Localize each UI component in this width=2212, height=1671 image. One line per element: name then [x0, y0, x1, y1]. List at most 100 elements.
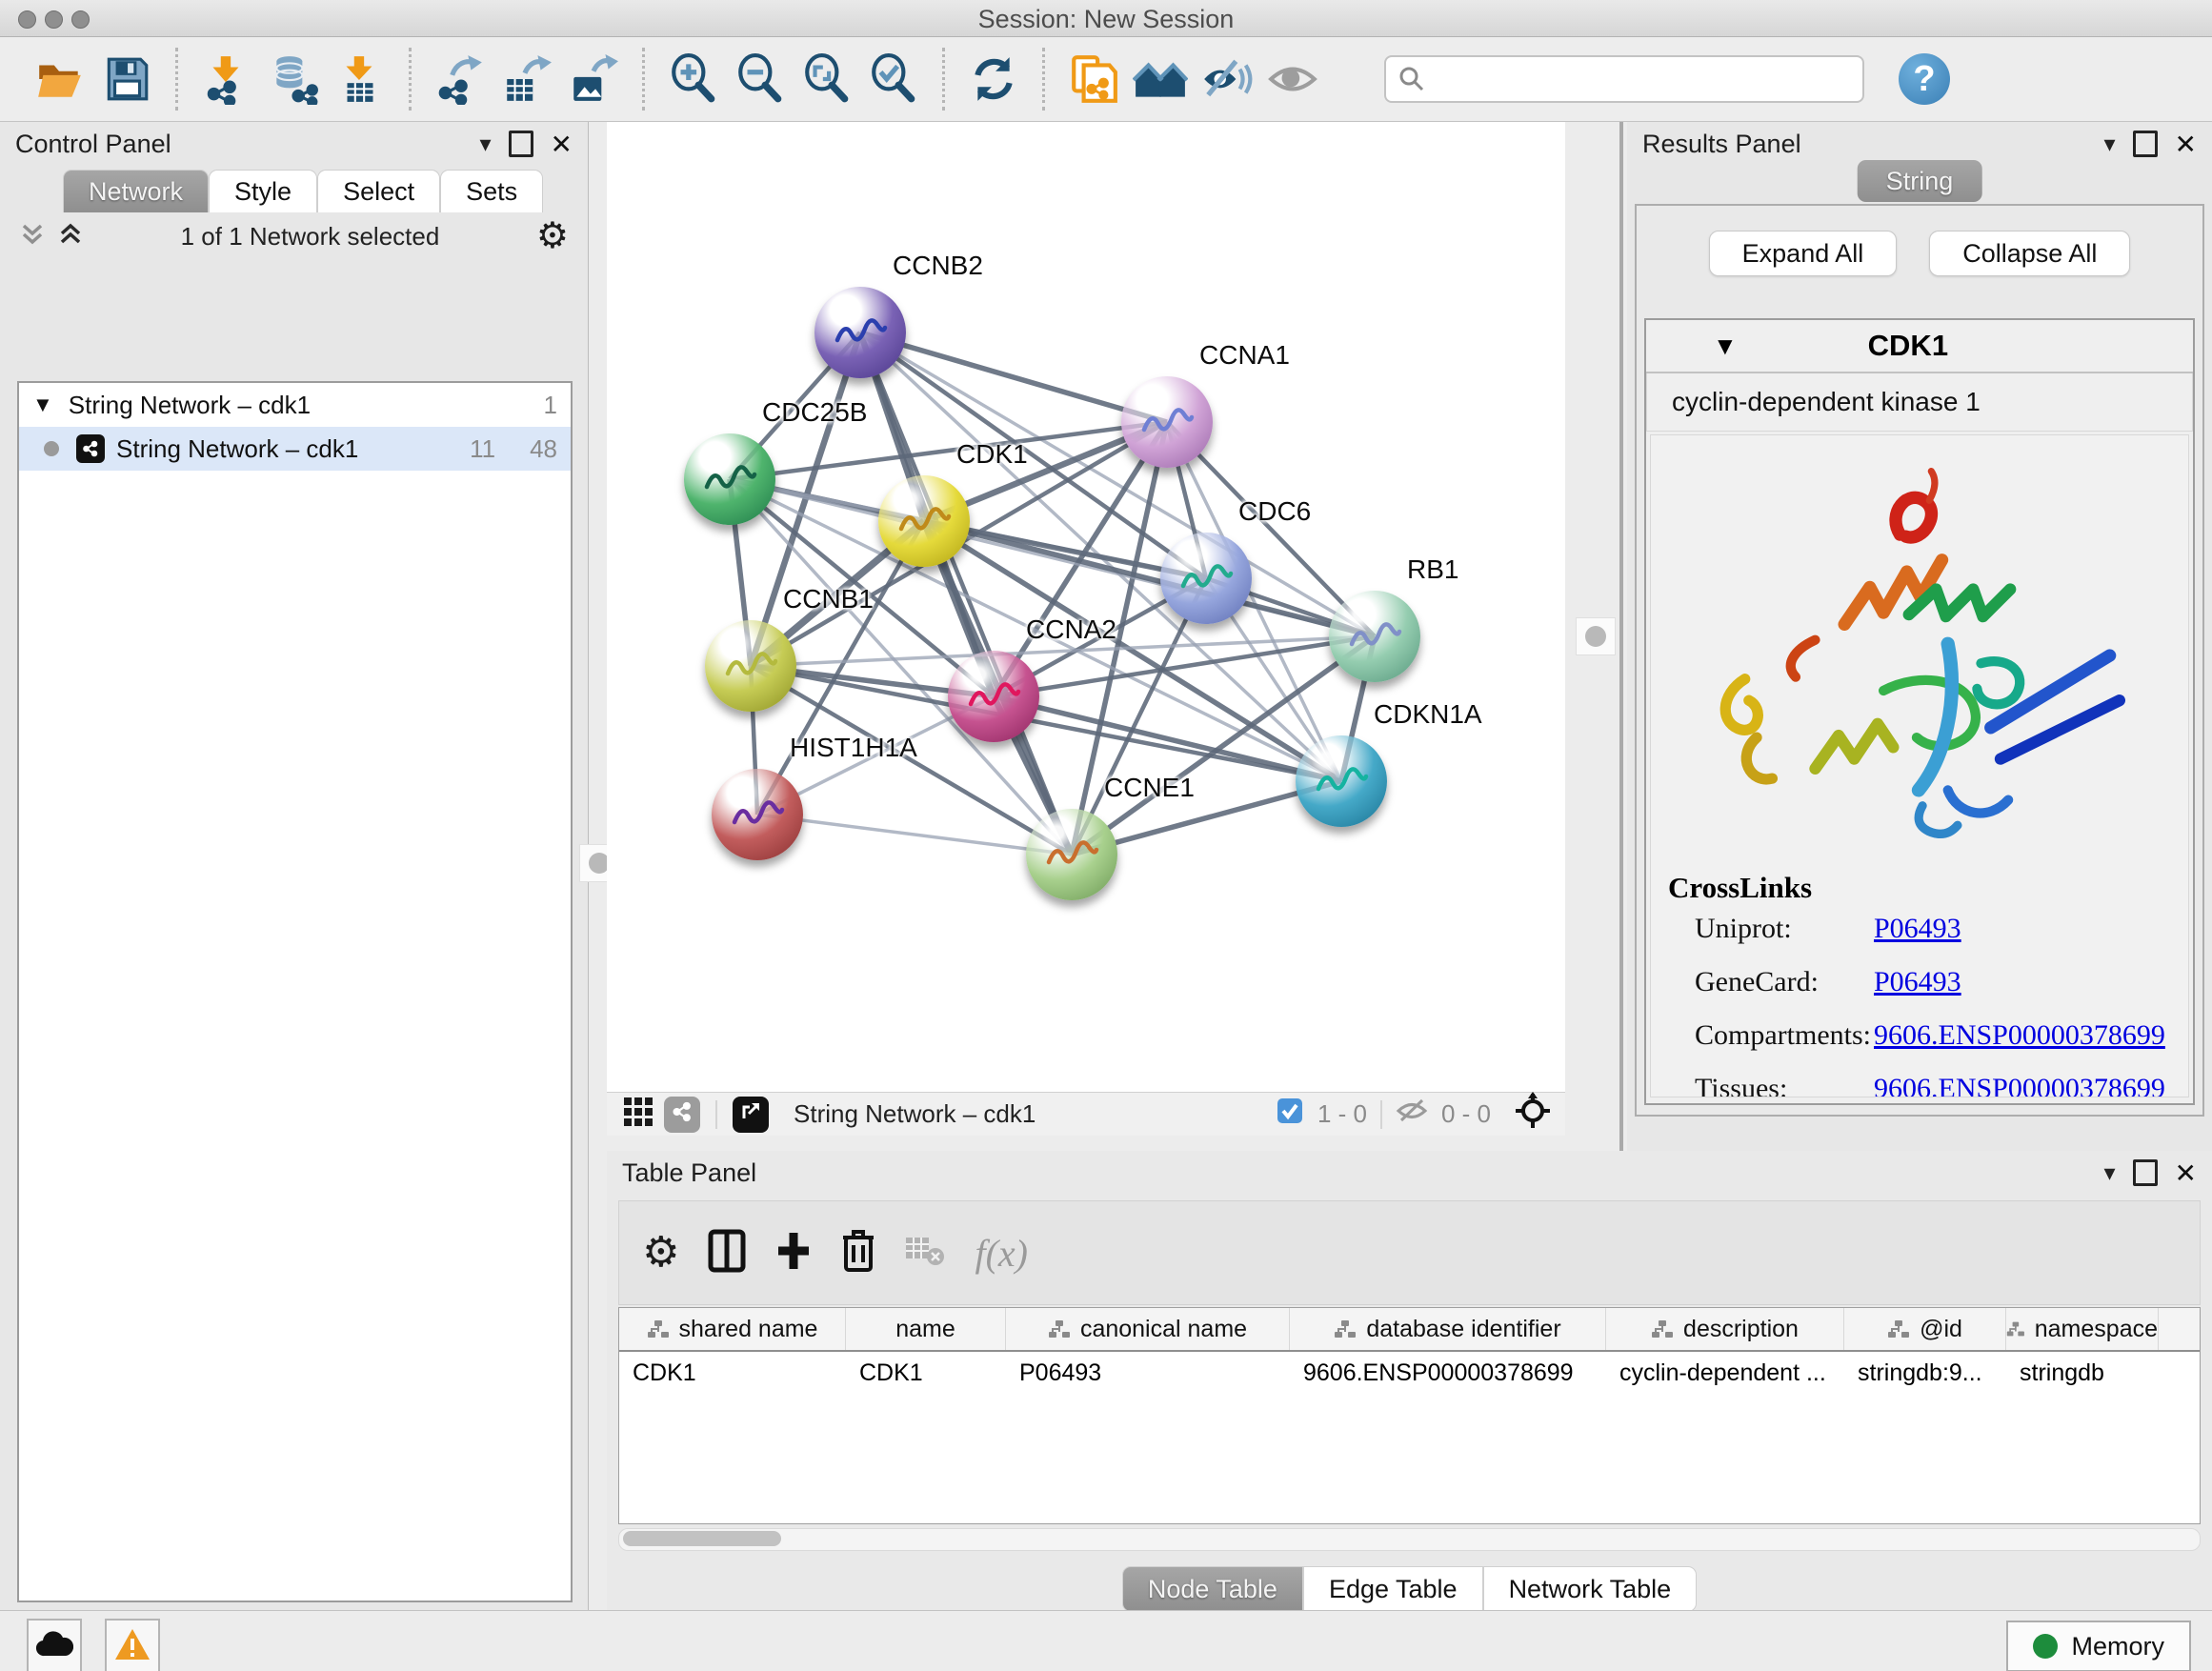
import-network-database-button[interactable]	[267, 52, 320, 106]
close-panel-icon[interactable]: ✕	[551, 129, 573, 160]
crosslink-label: GeneCard:	[1695, 966, 1874, 998]
network-node-cdk1[interactable]	[878, 475, 970, 567]
section-collapse-icon[interactable]: ▼	[1713, 332, 1738, 361]
close-panel-icon[interactable]: ✕	[2175, 1158, 2197, 1189]
node-label-ccna1: CCNA1	[1199, 340, 1290, 371]
zoom-selected-button[interactable]	[867, 52, 920, 106]
collection-collapse-icon[interactable]: ▼	[32, 393, 53, 417]
copy-network-button[interactable]	[1067, 52, 1120, 106]
panel-menu-icon[interactable]: ▾	[2103, 1159, 2115, 1187]
export-network-button[interactable]	[433, 52, 487, 106]
tab-string[interactable]: String	[1858, 160, 1982, 202]
panel-menu-icon[interactable]: ▾	[2103, 131, 2115, 158]
right-divider-handle[interactable]	[1576, 617, 1616, 655]
save-session-button[interactable]	[100, 52, 153, 106]
network-node-ccnb2[interactable]	[814, 287, 906, 378]
export-table-icon	[501, 53, 553, 105]
network-view-canvas[interactable]: CCNB2CCNA1CDC25BCDK1CDC6RB1CCNB1CCNA2CDK…	[607, 122, 1565, 1092]
column-type-icon	[1887, 1319, 1910, 1339]
open-session-button[interactable]	[33, 52, 87, 106]
string-style-button[interactable]	[664, 1097, 700, 1133]
network-node-hist1h1a[interactable]	[712, 769, 803, 860]
table-horizontal-scrollbar[interactable]	[618, 1528, 2201, 1551]
network-node-ccne1[interactable]	[1026, 809, 1117, 900]
column-header--id[interactable]: @id	[1844, 1308, 2006, 1350]
help-button[interactable]: ?	[1899, 53, 1950, 105]
crosslink-label: Compartments:	[1695, 1019, 1874, 1052]
tab-network[interactable]: Network	[63, 170, 209, 212]
network-node-ccna2[interactable]	[948, 651, 1039, 742]
birdseye-navigator-button[interactable]	[1514, 1092, 1552, 1137]
zoom-fit-button[interactable]	[800, 52, 854, 106]
scrollbar-thumb[interactable]	[623, 1531, 781, 1546]
delete-column-button[interactable]	[841, 1228, 875, 1278]
import-network-icon	[201, 53, 252, 105]
network-edge[interactable]	[994, 696, 1341, 781]
network-node-cdkn1a[interactable]	[1296, 735, 1387, 827]
create-column-button[interactable]	[774, 1229, 813, 1278]
crosslink-link[interactable]: 9606.ENSP00000378699	[1874, 1019, 2165, 1052]
crosslink-row: Uniprot:P06493	[1695, 913, 2188, 945]
float-panel-icon[interactable]	[2133, 131, 2158, 157]
tab-style[interactable]: Style	[209, 170, 317, 212]
tab-sets[interactable]: Sets	[440, 170, 543, 212]
home-networks-button[interactable]	[1134, 52, 1187, 106]
crosslink-link[interactable]: P06493	[1874, 966, 1961, 998]
network-collection-row[interactable]: ▼ String Network – cdk1 1	[19, 383, 571, 427]
close-panel-icon[interactable]: ✕	[2175, 129, 2197, 160]
collapse-all-networks-button[interactable]	[57, 220, 84, 253]
function-builder-button[interactable]: f(x)	[975, 1231, 1028, 1276]
crosslink-link[interactable]: P06493	[1874, 913, 1961, 945]
hide-selected-button[interactable]	[1200, 52, 1254, 106]
open-in-browser-button[interactable]	[733, 1097, 769, 1133]
network-node-cdc6[interactable]	[1160, 533, 1252, 624]
panel-menu-icon[interactable]: ▾	[479, 131, 491, 158]
tab-node-table[interactable]: Node Table	[1122, 1566, 1303, 1612]
tab-select[interactable]: Select	[317, 170, 440, 212]
search-field[interactable]	[1384, 55, 1864, 103]
column-header-database-identifier[interactable]: database identifier	[1290, 1308, 1606, 1350]
grid-view-button[interactable]	[620, 1097, 656, 1133]
tab-edge-table[interactable]: Edge Table	[1303, 1566, 1483, 1612]
zoom-in-button[interactable]	[667, 52, 720, 106]
warnings-button[interactable]	[105, 1619, 160, 1671]
network-edge[interactable]	[757, 815, 1072, 855]
float-panel-icon[interactable]	[2133, 1159, 2158, 1186]
export-table-button[interactable]	[500, 52, 553, 106]
cloud-status-button[interactable]	[27, 1619, 82, 1671]
network-node-ccna1[interactable]	[1121, 376, 1213, 468]
crosslink-row: Compartments:9606.ENSP00000378699	[1695, 1019, 2188, 1052]
refresh-button[interactable]	[967, 52, 1020, 106]
memory-label: Memory	[2071, 1632, 2164, 1661]
export-image-button[interactable]	[567, 52, 620, 106]
crosslink-link[interactable]: 9606.ENSP00000378699	[1874, 1073, 2165, 1097]
column-header-canonical-name[interactable]: canonical name	[1006, 1308, 1290, 1350]
memory-button[interactable]: Memory	[2006, 1621, 2191, 1671]
clear-table-button[interactable]	[904, 1234, 946, 1273]
expand-all-button[interactable]: Expand All	[1709, 231, 1898, 276]
network-row[interactable]: String Network – cdk1 11 48	[19, 427, 571, 471]
column-header-name[interactable]: name	[846, 1308, 1006, 1350]
search-input[interactable]	[1426, 59, 1862, 99]
table-options-gear-icon[interactable]: ⚙	[642, 1232, 679, 1274]
collapse-all-button[interactable]: Collapse All	[1929, 231, 2130, 276]
zoom-out-button[interactable]	[734, 52, 787, 106]
show-columns-button[interactable]	[708, 1229, 746, 1278]
table-cell: stringdb:9...	[1844, 1352, 2006, 1394]
float-panel-icon[interactable]	[509, 131, 533, 157]
column-header-description[interactable]: description	[1606, 1308, 1844, 1350]
import-table-button[interactable]	[333, 52, 387, 106]
expand-all-networks-button[interactable]	[19, 220, 46, 253]
table-row[interactable]: CDK1CDK1P064939606.ENSP00000378699cyclin…	[619, 1352, 2200, 1394]
tab-network-table[interactable]: Network Table	[1483, 1566, 1698, 1612]
network-options-gear-icon[interactable]: ⚙	[536, 218, 569, 254]
toolbar-separator	[175, 48, 178, 111]
import-network-file-button[interactable]	[200, 52, 253, 106]
network-node-cdc25b[interactable]	[684, 433, 775, 525]
column-header-namespace[interactable]: namespace	[2006, 1308, 2159, 1350]
network-node-ccnb1[interactable]	[705, 620, 796, 712]
network-node-rb1[interactable]	[1329, 591, 1420, 682]
show-selected-button[interactable]	[1267, 52, 1320, 106]
column-header-shared-name[interactable]: shared name	[619, 1308, 846, 1350]
column-type-icon	[2006, 1319, 2025, 1339]
